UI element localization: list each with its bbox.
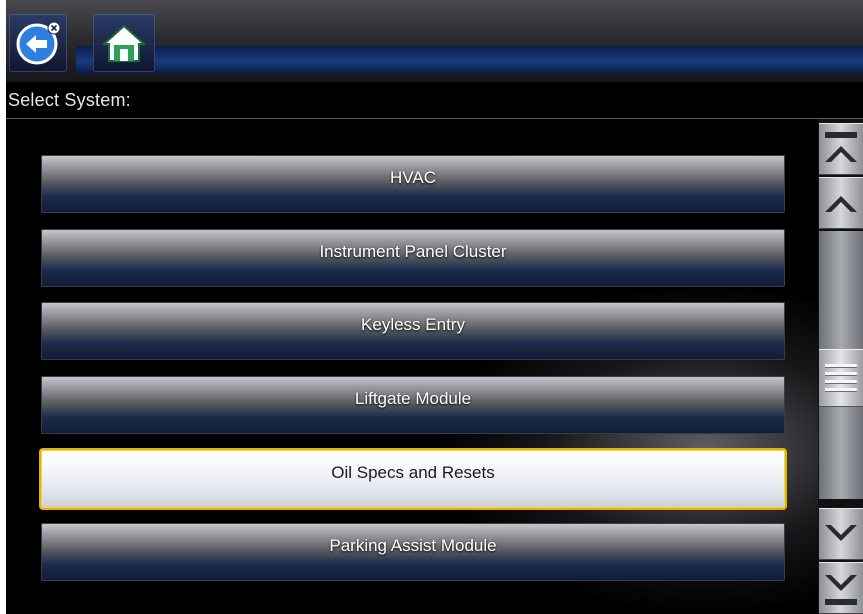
scrollbar-thumb[interactable] — [819, 349, 863, 407]
list-item-oil-specs-and-resets[interactable]: Oil Specs and Resets — [41, 450, 785, 508]
list-item-liftgate-module[interactable]: Liftgate Module — [41, 376, 785, 434]
toolbar — [6, 0, 863, 82]
scroll-down-icon — [825, 525, 857, 541]
list-item-label: Oil Specs and Resets — [331, 463, 495, 482]
list-item-parking-assist-module[interactable]: Parking Assist Module — [41, 523, 785, 581]
thumb-grip-line — [825, 380, 857, 384]
back-button[interactable] — [9, 14, 67, 72]
toolbar-strip — [76, 46, 863, 74]
thumb-grip-line — [825, 388, 857, 392]
home-button[interactable] — [93, 14, 155, 72]
list-item-label: Keyless Entry — [361, 315, 465, 334]
thumb-grip-line — [825, 364, 857, 368]
scroll-bottom-button[interactable] — [819, 562, 863, 614]
scroll-top-icon — [825, 132, 857, 162]
scroll-down-button[interactable] — [819, 508, 863, 560]
back-arrow-icon — [16, 21, 61, 65]
list-item-instrument-panel-cluster[interactable]: Instrument Panel Cluster — [41, 229, 785, 287]
system-list: HVAC Instrument Panel Cluster Keyless En… — [6, 119, 818, 614]
scroll-up-button[interactable] — [819, 177, 863, 229]
scrollbar[interactable] — [818, 119, 863, 614]
page-title: Select System: — [8, 90, 131, 110]
list-item-label: Liftgate Module — [354, 389, 472, 408]
list-item-keyless-entry[interactable]: Keyless Entry — [41, 302, 785, 360]
list-item-label: HVAC — [390, 168, 436, 187]
scroll-up-icon — [825, 196, 857, 212]
list-item-label: Instrument Panel Cluster — [319, 242, 507, 261]
scroll-bottom-icon — [825, 575, 857, 605]
scroll-top-button[interactable] — [819, 123, 863, 175]
home-icon — [101, 24, 147, 62]
scanner-screen: Select System: HVAC Instrument Panel Clu… — [6, 0, 863, 614]
thumb-grip-line — [825, 372, 857, 376]
title-bar: Select System: — [6, 82, 863, 119]
list-item-hvac[interactable]: HVAC — [41, 155, 785, 213]
list-item-label: Parking Assist Module — [329, 536, 497, 555]
